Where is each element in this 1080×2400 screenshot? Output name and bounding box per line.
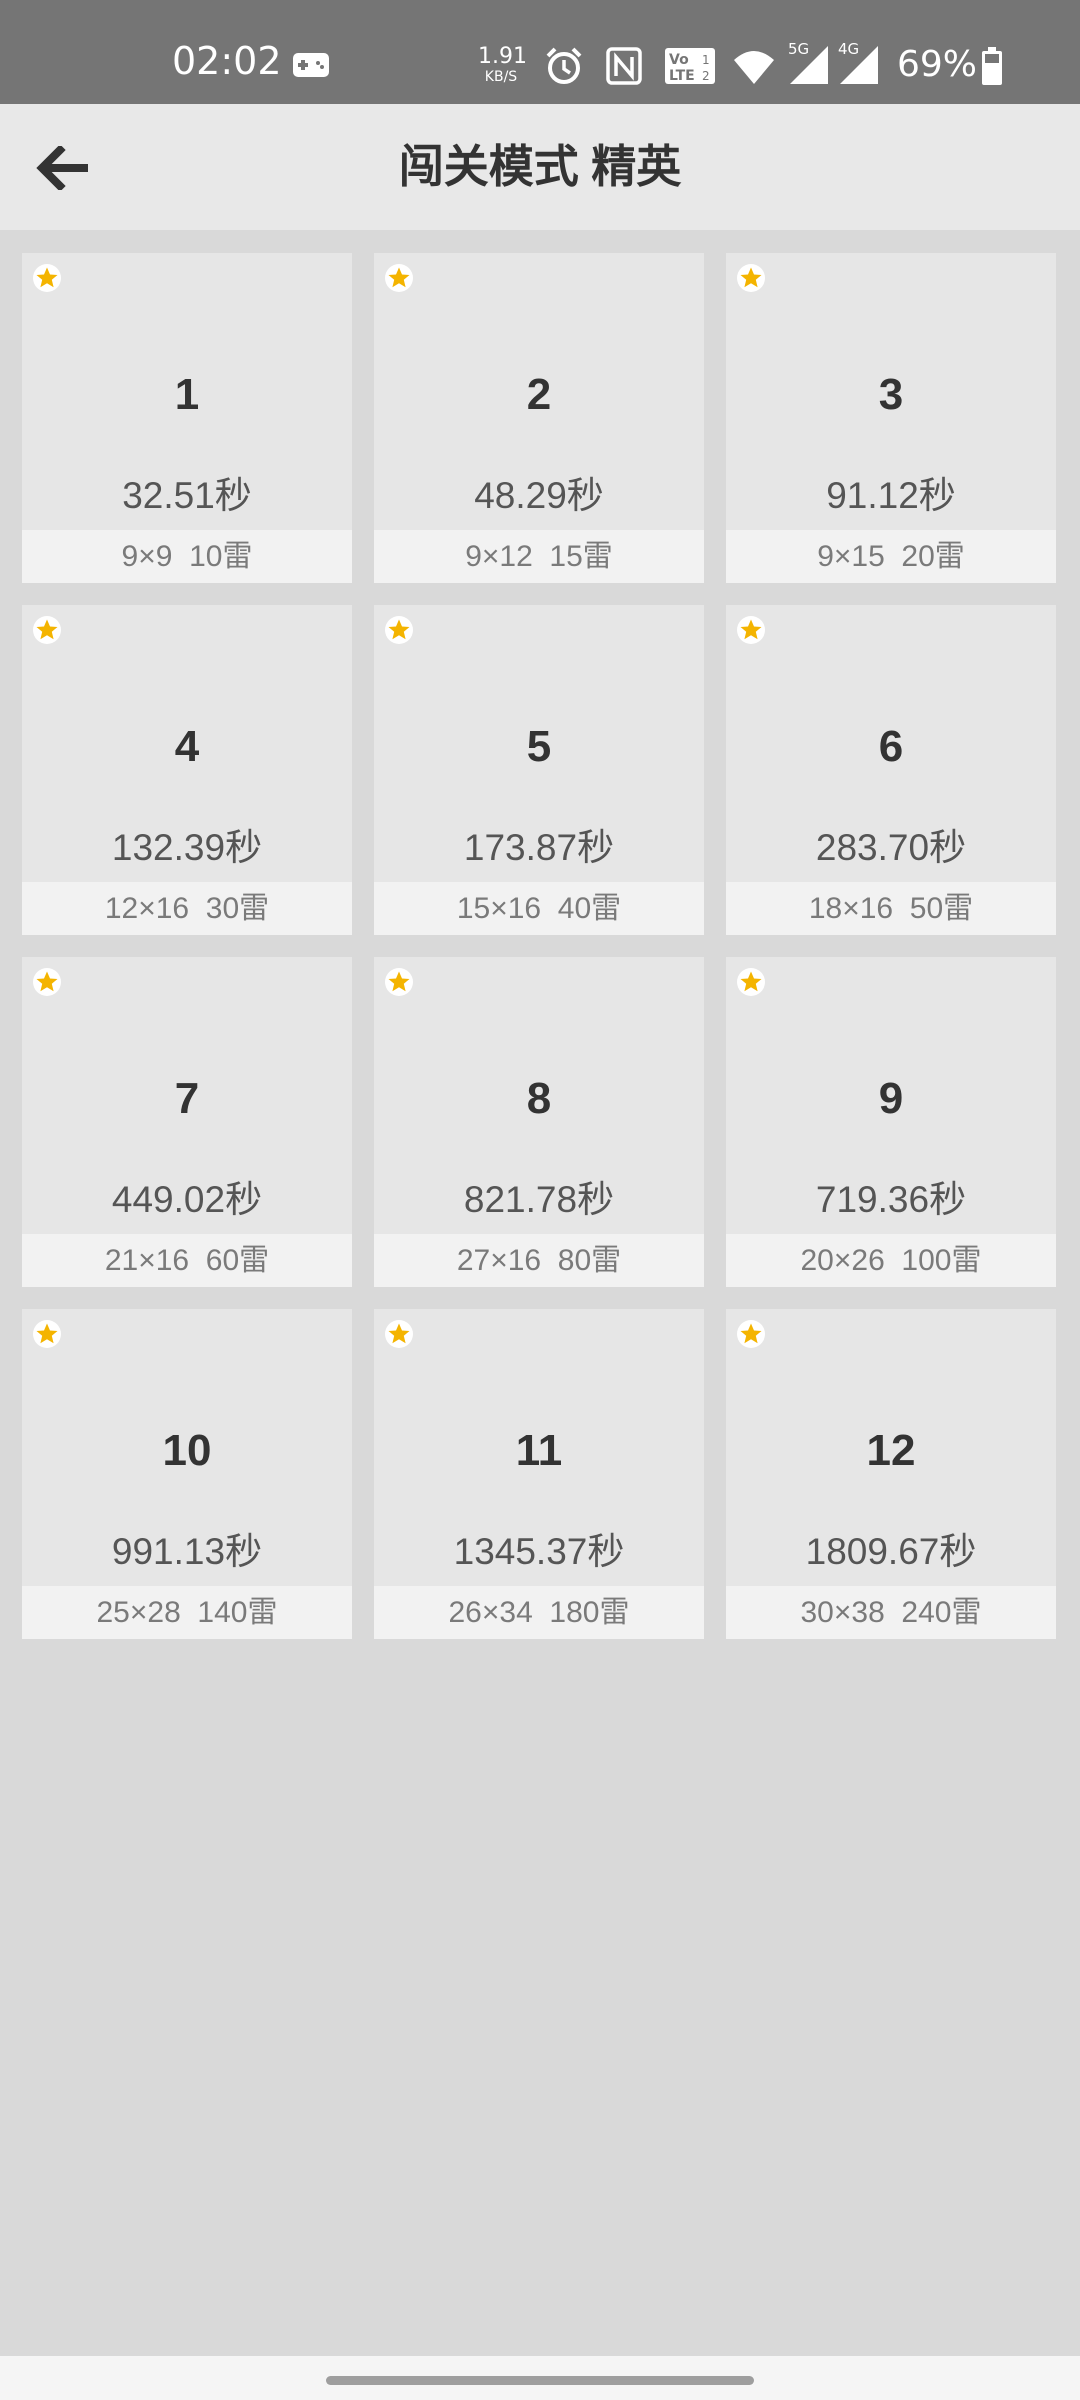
- star-icon: [737, 264, 765, 292]
- level-best-time: 91.12秒: [826, 475, 956, 516]
- star-icon: [385, 968, 413, 996]
- level-board-info: 20×26 100雷: [726, 1234, 1056, 1287]
- level-card-8[interactable]: 8 821.78秒 27×16 80雷: [374, 957, 704, 1287]
- level-best-time: 48.29秒: [474, 475, 604, 516]
- alarm-icon: [546, 47, 582, 84]
- level-number: 9: [878, 1074, 904, 1123]
- level-number: 3: [878, 370, 904, 419]
- star-icon: [33, 616, 61, 644]
- svg-text:1: 1: [702, 53, 710, 67]
- network-speed-value: 1.91: [478, 44, 527, 69]
- volte-icon: Vo LTE 1 2: [665, 48, 715, 84]
- level-board-info: 9×12 15雷: [374, 530, 704, 583]
- wifi-icon: [734, 51, 774, 84]
- game-controller-icon: [293, 53, 329, 77]
- navigation-bar: [0, 2356, 1080, 2400]
- signal-5g-label: 5G: [788, 40, 810, 58]
- level-best-time: 719.36秒: [815, 1179, 967, 1220]
- level-board-info: 21×16 60雷: [22, 1234, 352, 1287]
- star-icon: [737, 1320, 765, 1348]
- signal-4g-label: 4G: [838, 40, 860, 58]
- level-best-time: 1345.37秒: [453, 1531, 625, 1572]
- status-time: 02:02: [172, 39, 282, 83]
- level-number: 7: [174, 1074, 200, 1123]
- star-icon: [385, 1320, 413, 1348]
- level-board-info: 26×34 180雷: [374, 1586, 704, 1639]
- level-card-11[interactable]: 11 1345.37秒 26×34 180雷: [374, 1309, 704, 1639]
- level-card-7[interactable]: 7 449.02秒 21×16 60雷: [22, 957, 352, 1287]
- level-best-time: 449.02秒: [111, 1179, 263, 1220]
- level-card-1[interactable]: 1 32.51秒 9×9 10雷: [22, 253, 352, 583]
- star-icon: [737, 968, 765, 996]
- level-card-4[interactable]: 4 132.39秒 12×16 30雷: [22, 605, 352, 935]
- nfc-icon: [606, 47, 642, 85]
- level-card-2[interactable]: 2 48.29秒 9×12 15雷: [374, 253, 704, 583]
- signal-5g-icon: 5G: [788, 40, 830, 86]
- level-board-info: 25×28 140雷: [22, 1586, 352, 1639]
- level-number: 6: [878, 722, 904, 771]
- level-best-time: 991.13秒: [111, 1531, 263, 1572]
- signal-4g-icon: 4G: [838, 40, 880, 86]
- level-board-info: 27×16 80雷: [374, 1234, 704, 1287]
- star-icon: [385, 264, 413, 292]
- page-title: 闯关模式 精英: [398, 141, 682, 192]
- star-icon: [385, 616, 413, 644]
- level-number: 4: [174, 722, 200, 771]
- level-number: 2: [526, 370, 552, 419]
- svg-text:2: 2: [702, 69, 710, 83]
- level-board-info: 15×16 40雷: [374, 882, 704, 935]
- level-number: 10: [162, 1426, 212, 1475]
- level-board-info: 9×15 20雷: [726, 530, 1056, 583]
- status-bar: 02:02 1.91 KB/S Vo LTE 1 2 5G 4G 69%: [0, 0, 1080, 104]
- star-icon: [33, 264, 61, 292]
- network-speed: 1.91 KB/S: [478, 44, 527, 85]
- level-card-9[interactable]: 9 719.36秒 20×26 100雷: [726, 957, 1056, 1287]
- level-card-6[interactable]: 6 283.70秒 18×16 50雷: [726, 605, 1056, 935]
- star-icon: [33, 968, 61, 996]
- level-board-info: 12×16 30雷: [22, 882, 352, 935]
- level-best-time: 173.87秒: [463, 827, 615, 868]
- battery-percent: 69%: [897, 44, 978, 85]
- level-card-5[interactable]: 5 173.87秒 15×16 40雷: [374, 605, 704, 935]
- level-best-time: 32.51秒: [122, 475, 252, 516]
- svg-text:Vo: Vo: [669, 52, 689, 68]
- star-icon: [33, 1320, 61, 1348]
- level-best-time: 132.39秒: [111, 827, 263, 868]
- level-card-12[interactable]: 12 1809.67秒 30×38 240雷: [726, 1309, 1056, 1639]
- level-board-info: 18×16 50雷: [726, 882, 1056, 935]
- level-board-info: 30×38 240雷: [726, 1586, 1056, 1639]
- level-card-10[interactable]: 10 991.13秒 25×28 140雷: [22, 1309, 352, 1639]
- home-indicator[interactable]: [326, 2376, 754, 2385]
- level-best-time: 1809.67秒: [805, 1531, 977, 1572]
- star-icon: [737, 616, 765, 644]
- level-number: 8: [526, 1074, 552, 1123]
- level-number: 11: [515, 1426, 563, 1475]
- network-speed-unit: KB/S: [484, 69, 518, 85]
- svg-text:LTE: LTE: [669, 68, 695, 84]
- app-header: 闯关模式 精英: [0, 104, 1080, 230]
- level-number: 12: [866, 1426, 916, 1475]
- level-grid: 1 32.51秒 9×9 10雷 2 48.29秒 9×12 15雷 3 91.…: [22, 253, 1058, 1639]
- level-number: 5: [526, 722, 552, 771]
- level-best-time: 283.70秒: [815, 827, 967, 868]
- level-best-time: 821.78秒: [463, 1179, 615, 1220]
- battery-icon: [982, 47, 1002, 85]
- level-card-3[interactable]: 3 91.12秒 9×15 20雷: [726, 253, 1056, 583]
- level-number: 1: [174, 370, 200, 419]
- level-board-info: 9×9 10雷: [22, 530, 352, 583]
